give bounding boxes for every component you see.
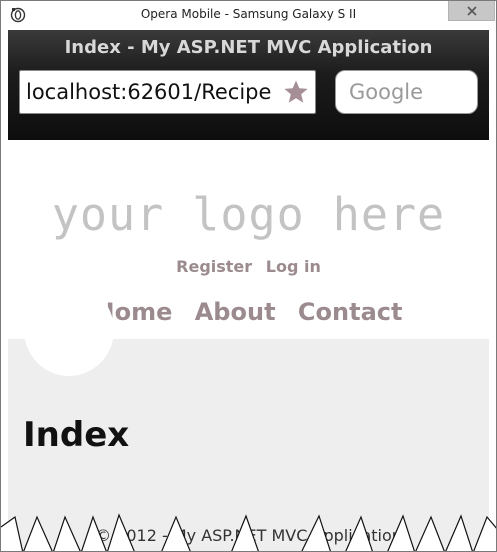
address-bar[interactable]: localhost:62601/Recipe bbox=[19, 70, 316, 114]
page-content: your logo here Register Log in Home Abou… bbox=[8, 140, 489, 551]
nav-about[interactable]: About bbox=[195, 298, 276, 326]
window-title: Opera Mobile - Samsung Galaxy S II bbox=[140, 7, 357, 21]
account-links: Register Log in bbox=[8, 257, 489, 276]
browser-chrome: Index - My ASP.NET MVC Application local… bbox=[8, 30, 489, 140]
torn-edge bbox=[1, 513, 496, 551]
decorative-circle bbox=[24, 284, 114, 376]
search-placeholder: Google bbox=[349, 80, 424, 104]
search-input[interactable]: Google bbox=[335, 70, 478, 114]
url-text[interactable]: localhost:62601/Recipe bbox=[26, 80, 276, 104]
star-icon[interactable] bbox=[283, 79, 309, 105]
index-heading: Index bbox=[23, 415, 130, 455]
site-logo[interactable]: your logo here bbox=[8, 188, 489, 241]
page-title: Index - My ASP.NET MVC Application bbox=[64, 37, 433, 58]
emulator-window: Opera Mobile - Samsung Galaxy S II Index… bbox=[0, 0, 497, 552]
register-link[interactable]: Register bbox=[176, 257, 252, 276]
login-link[interactable]: Log in bbox=[266, 257, 321, 276]
close-icon bbox=[466, 5, 477, 16]
close-button[interactable] bbox=[448, 1, 495, 21]
title-bar: Opera Mobile - Samsung Galaxy S II bbox=[1, 1, 496, 30]
nav-contact[interactable]: Contact bbox=[298, 298, 403, 326]
